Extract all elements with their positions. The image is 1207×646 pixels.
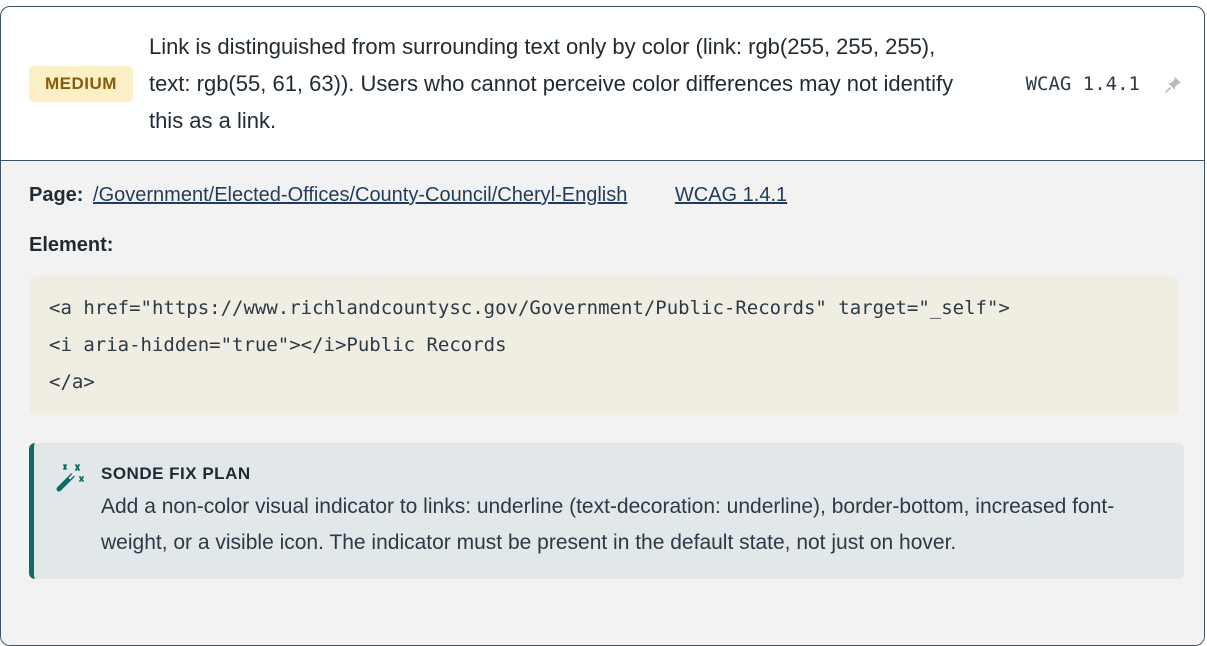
fix-plan-title: SONDE FIX PLAN (101, 464, 251, 483)
fix-plan-text: Add a non-color visual indicator to link… (101, 495, 1115, 554)
page-url-link[interactable]: /Government/Elected-Offices/County-Counc… (93, 184, 627, 206)
wcag-link[interactable]: WCAG 1.4.1 (675, 184, 787, 206)
issue-description: Link is distinguished from surrounding t… (148, 34, 954, 133)
issue-details: Page: /Government/Elected-Offices/County… (1, 161, 1204, 645)
issue-card: MEDIUM Link is distinguished from surrou… (0, 6, 1205, 646)
fix-plan-panel: SONDE FIX PLAN Add a non-color visual in… (29, 443, 1184, 579)
element-label: Element: (29, 234, 114, 256)
element-code-block: <a href="https://www.richlandcountysc.go… (29, 276, 1179, 415)
wcag-tag: WCAG 1.4.1 (1025, 72, 1140, 95)
fix-plan-content: SONDE FIX PLAN Add a non-color visual in… (101, 459, 1164, 561)
page-line: Page: /Government/Elected-Offices/County… (29, 181, 1184, 209)
issue-header[interactable]: MEDIUM Link is distinguished from surrou… (1, 7, 1204, 161)
page-label: Page: (29, 184, 84, 206)
severity-badge: MEDIUM (29, 65, 133, 102)
pin-icon[interactable] (1164, 74, 1184, 94)
magic-wand-icon (54, 461, 88, 495)
